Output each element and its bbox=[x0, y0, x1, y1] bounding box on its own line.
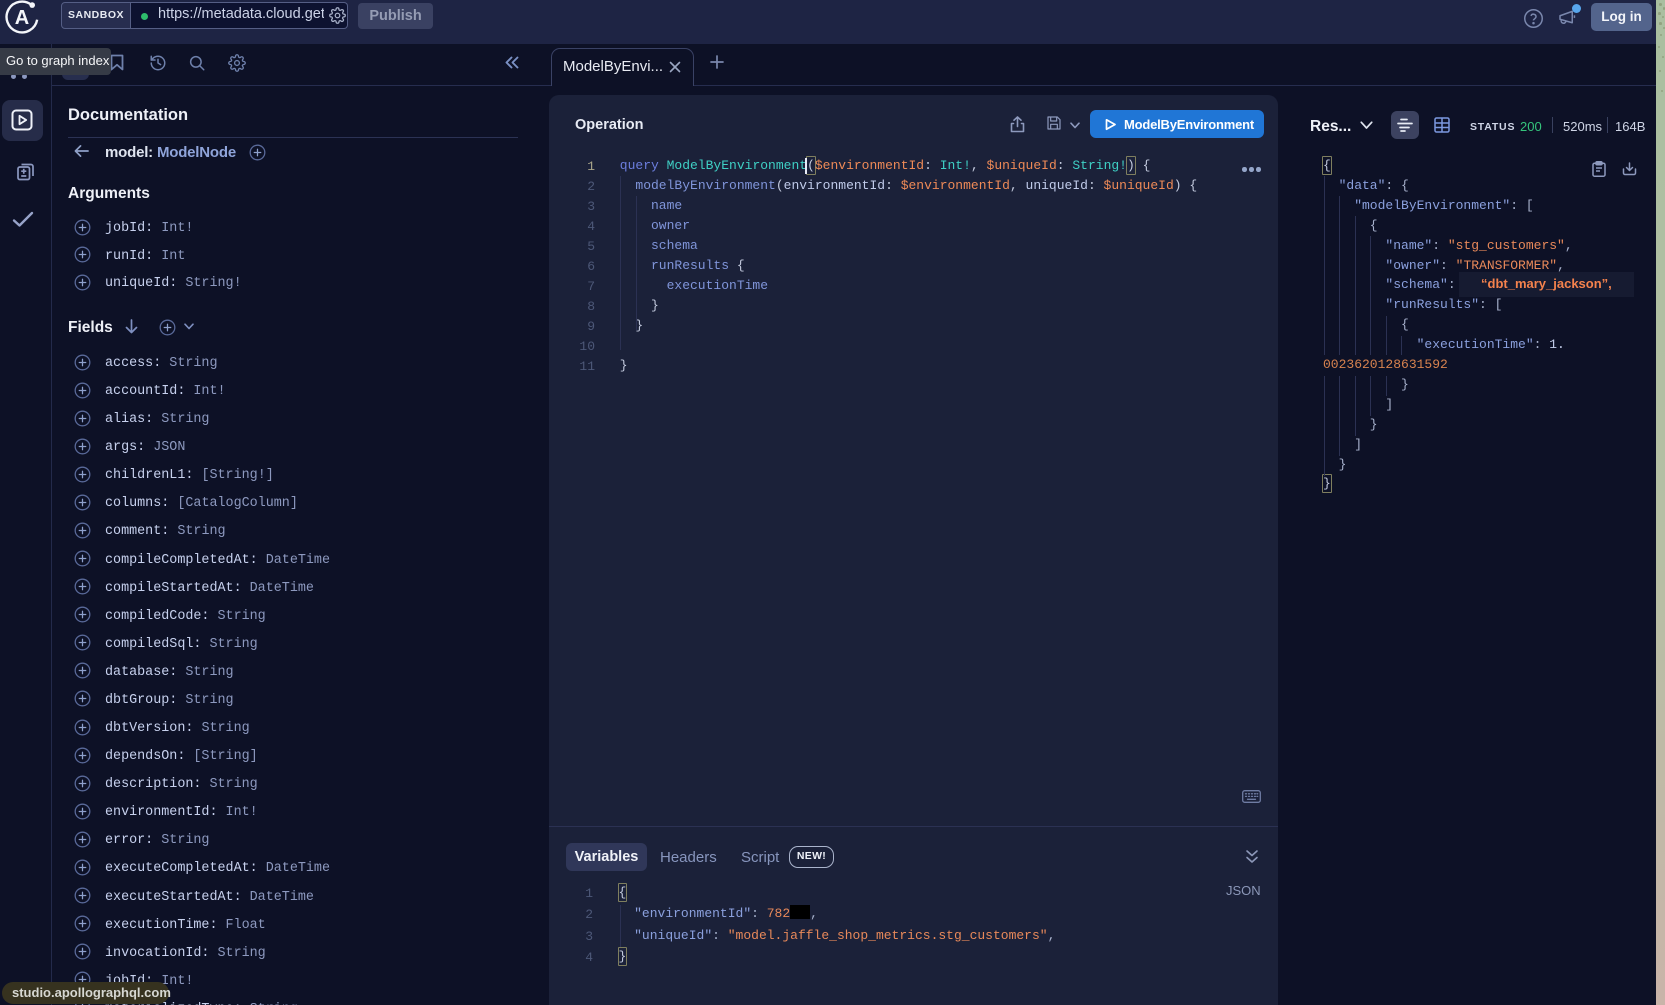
svg-text:A: A bbox=[15, 7, 29, 29]
